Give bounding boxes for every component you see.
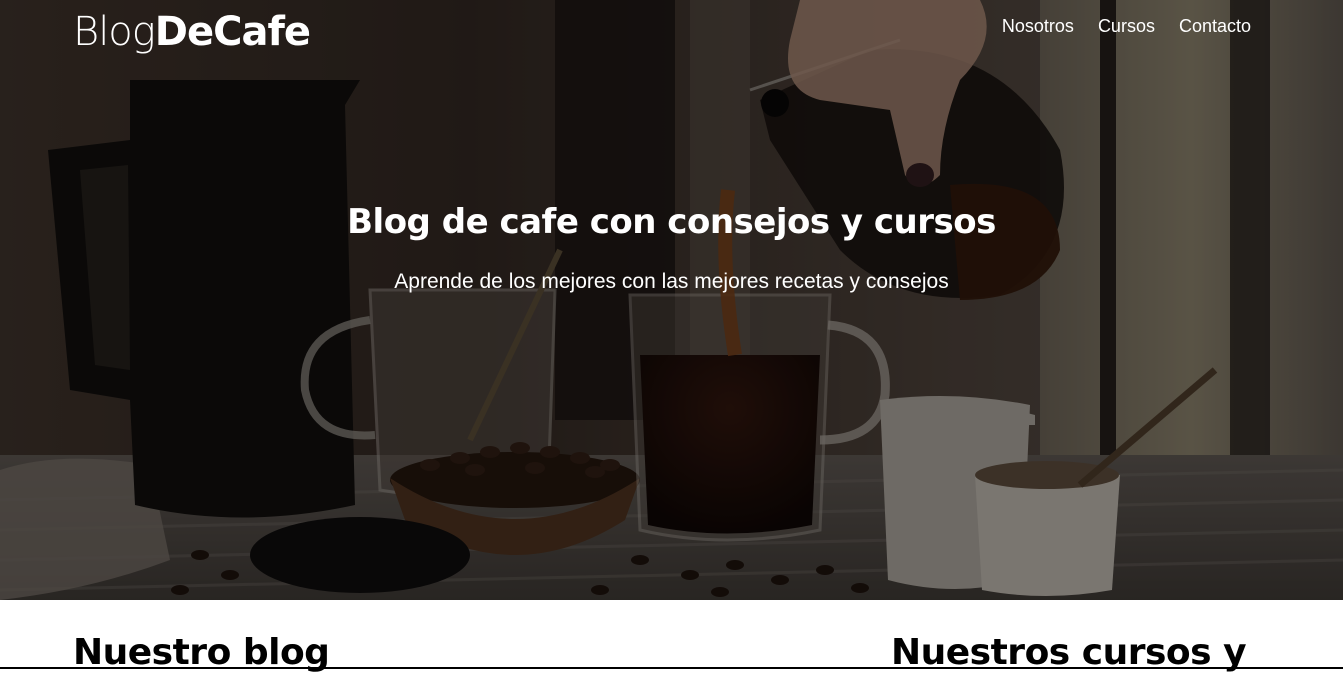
nav-link-cursos[interactable]: Cursos [1098, 14, 1155, 38]
site-logo[interactable]: BlogDeCafe [73, 8, 311, 56]
hero-background-image [0, 0, 1343, 600]
logo-bold-text: DeCafe [154, 9, 311, 55]
nav-link-nosotros[interactable]: Nosotros [1002, 14, 1074, 38]
courses-section-heading: Nuestros cursos y [891, 632, 1247, 673]
site-header: BlogDeCafe Nosotros Cursos Contacto [0, 0, 1343, 64]
hero-subtitle: Aprende de los mejores con las mejores r… [394, 270, 949, 293]
blog-section-heading: Nuestro blog [73, 632, 330, 673]
nav-link-contacto[interactable]: Contacto [1179, 14, 1251, 38]
logo-light-text: Blog [73, 9, 156, 55]
hero-title: Blog de cafe con consejos y cursos [347, 202, 996, 242]
content-section: Nuestro blog Nuestros cursos y [0, 600, 1343, 673]
hero-content: Blog de cafe con consejos y cursos Apren… [0, 196, 1343, 296]
hero-banner: BlogDeCafe Nosotros Cursos Contacto Blog… [0, 0, 1343, 600]
main-navigation: Nosotros Cursos Contacto [1002, 14, 1251, 38]
